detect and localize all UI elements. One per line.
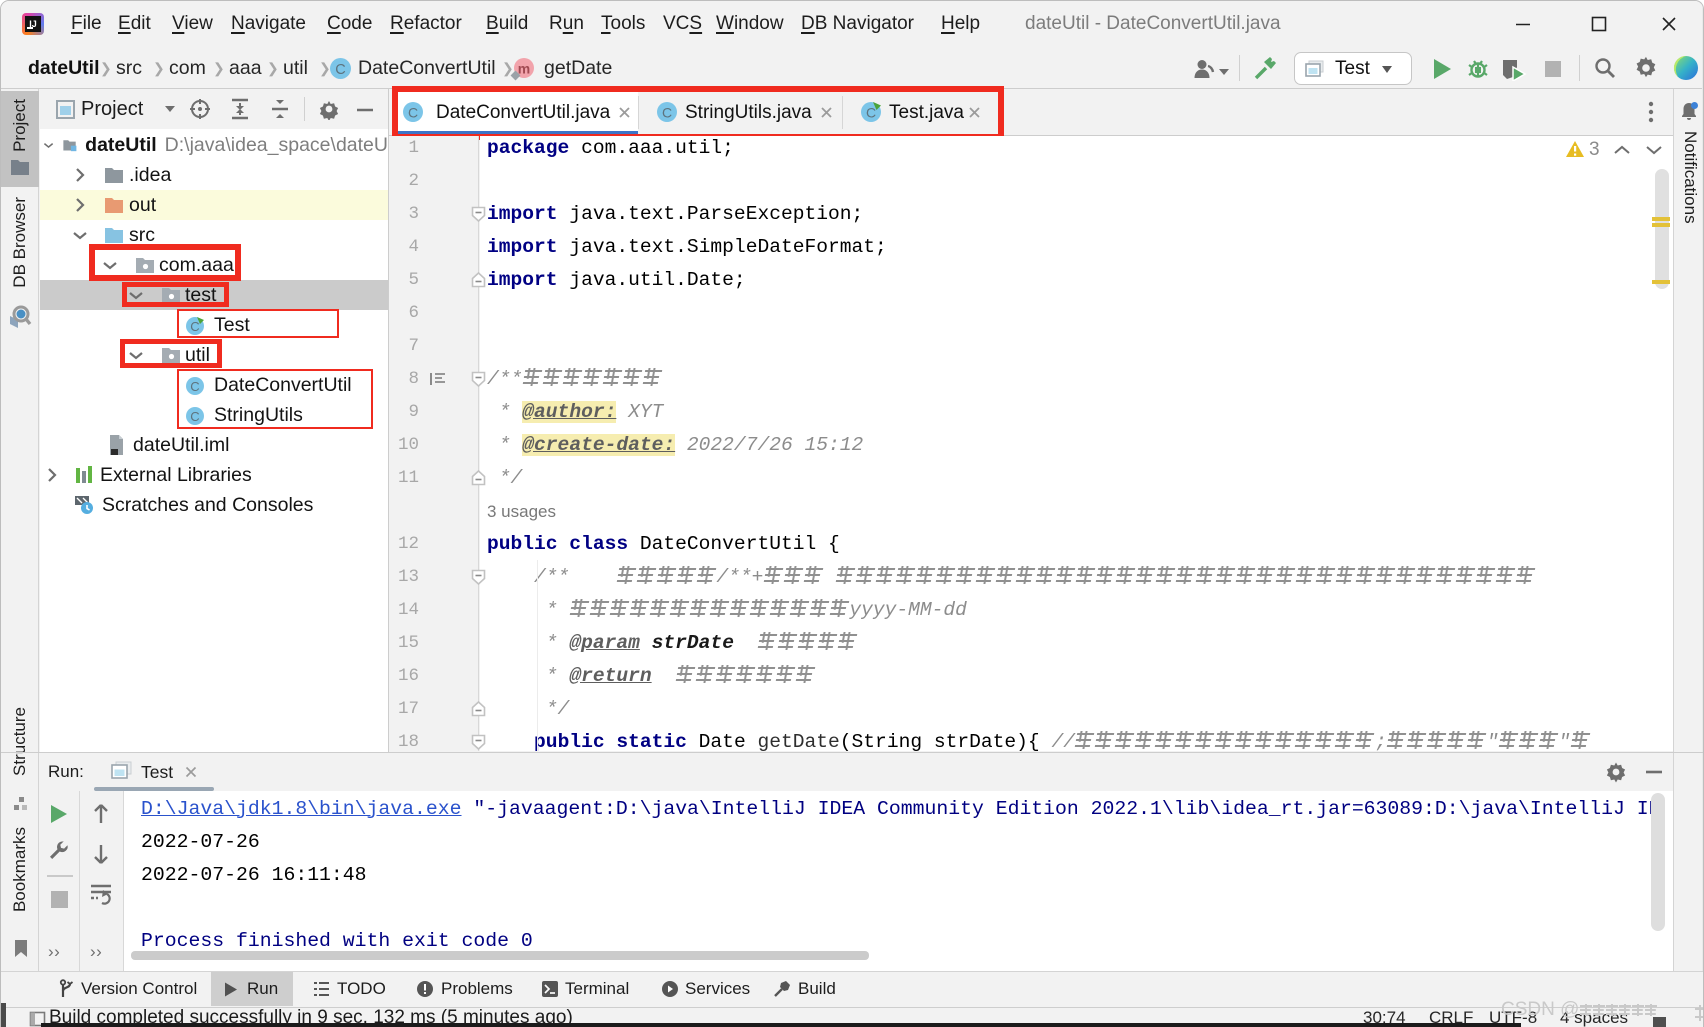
svg-text:C: C — [335, 62, 345, 78]
svg-text:m: m — [518, 61, 530, 77]
